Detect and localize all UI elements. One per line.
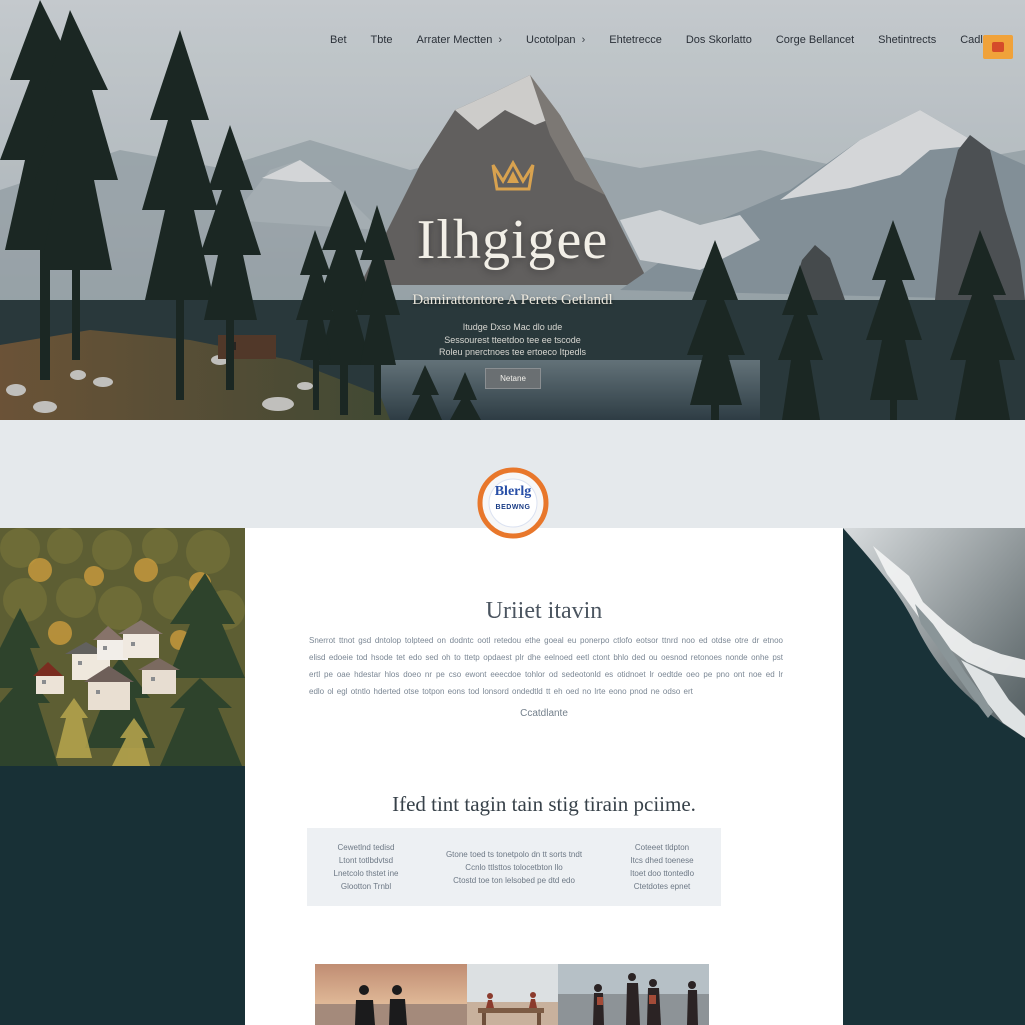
feature-line: Ccnlo ttlsttos tolocetbton llo xyxy=(465,862,563,872)
nav-item-label: Dos Skorlatto xyxy=(685,34,752,46)
intro-link[interactable]: Ccatdlante xyxy=(245,708,843,719)
crown-icon xyxy=(485,155,541,199)
flag-icon xyxy=(992,42,1004,52)
gallery-photo-picnic[interactable] xyxy=(467,964,558,1025)
nav-item-label: Tbte xyxy=(370,34,393,46)
intro-title: Uriiet itavin xyxy=(485,598,603,624)
group-beach-photo xyxy=(558,964,709,1025)
hero-copy-line: Sessourest tteetdoo tee ee tscode xyxy=(444,335,581,345)
feature-line: Cewetlnd tedisd xyxy=(337,843,395,852)
nav-item-label: Bet xyxy=(330,34,347,46)
nav-item-tbte[interactable]: Tbte xyxy=(371,34,393,46)
nav-item-label: Shetintrects xyxy=(878,34,937,46)
main-nav: Bet Tbte Arrater Mectten › Ucotolpan › Eht… xyxy=(330,34,1001,46)
feature-line: Ltont totlbdvtsd xyxy=(338,856,394,865)
badge-title: Blerlg xyxy=(494,484,532,499)
feature-column-left: Cewetlnd tedisd Ltont totlbdvtsd Lnetcol… xyxy=(307,841,425,893)
nav-item-ucotolpan[interactable]: Ucotolpan › xyxy=(526,34,585,46)
gallery-photo-couple[interactable] xyxy=(315,964,467,1025)
language-button[interactable] xyxy=(983,35,1013,59)
nav-item-bet[interactable]: Bet xyxy=(330,34,347,46)
nav-item-dos-skorlatto[interactable]: Dos Skorlatto xyxy=(686,34,752,46)
badge-ring-icon xyxy=(477,467,549,539)
chevron-right-icon: › xyxy=(581,34,586,46)
nav-item-label: Ehtetrecce xyxy=(609,34,662,46)
feature-line: Itoet doo ttontedlo xyxy=(629,869,695,878)
feature-line: Coteeet tldpton xyxy=(634,843,690,852)
chevron-right-icon: › xyxy=(498,34,503,46)
hero-subtitle: Damirattontore A Perets Getlandl xyxy=(412,292,613,308)
hero-section: Bet Tbte Arrater Mectten › Ucotolpan › Eht… xyxy=(0,0,1025,420)
content-card: Uriiet itavin Snerrot ttnot gsd dntolop … xyxy=(245,528,843,1025)
gallery-photo-group[interactable] xyxy=(558,964,709,1025)
hero-copy-line: Roleu pnerctnoes tee ertoeco Itpedls xyxy=(438,347,587,357)
hero-copy-line: Itudge Dxso Mac dlo ude xyxy=(462,322,563,332)
right-panel xyxy=(843,528,1025,1025)
features-title: Ifed tint tagin tain stig tirain pciime. xyxy=(392,792,696,816)
nav-item-label: Ucotolpan xyxy=(526,34,576,46)
badge-subtitle: BEDWNG xyxy=(495,504,531,511)
left-panel xyxy=(0,528,245,1025)
couple-sunset-photo xyxy=(315,964,467,1025)
hero-cta-button[interactable]: Netane xyxy=(485,368,541,389)
nav-item-label: Corge Bellancet xyxy=(775,34,855,46)
feature-line: Gtone toed ts tonetpolo dn tt sorts tndt xyxy=(445,849,583,859)
nav-item-corge-bellancet[interactable]: Corge Bellancet xyxy=(776,34,854,46)
feature-line: Ctostd toe ton lelsobed pe dtd edo xyxy=(453,875,575,885)
nav-item-arrater-mectten[interactable]: Arrater Mectten › xyxy=(417,34,502,46)
picnic-table-photo xyxy=(467,964,558,1025)
hero-title: Ilhgigee xyxy=(416,209,609,271)
nav-item-ehtetrecce[interactable]: Ehtetrecce xyxy=(609,34,662,46)
feature-line: Glootton Trnbl xyxy=(340,882,392,891)
photo-gallery xyxy=(315,964,709,1025)
feature-line: Itcs dhed toenese xyxy=(630,856,694,865)
feature-line: Lnetcolo thstet ine xyxy=(333,869,399,878)
intro-paragraph: Snerrot ttnot gsd dntolop tolpteed on do… xyxy=(309,636,783,696)
feature-line: Ctetdotes epnet xyxy=(633,882,691,891)
features-panel: Cewetlnd tedisd Ltont totlbdvtsd Lnetcol… xyxy=(307,828,721,906)
forest-homes-image xyxy=(0,528,245,766)
nav-item-label: Arrater Mectten xyxy=(416,34,493,46)
landing-page: Bet Tbte Arrater Mectten › Ucotolpan › Eht… xyxy=(0,0,1025,1025)
nav-item-shetintrects[interactable]: Shetintrects xyxy=(878,34,936,46)
feature-column-center: Gtone toed ts tonetpolo dn tt sorts tndt… xyxy=(425,848,603,887)
badge-logo: Blerlg BEDWNG xyxy=(476,466,550,540)
feature-column-right: Coteeet tldpton Itcs dhed toenese Itoet … xyxy=(603,841,721,893)
mountain-curve-image xyxy=(843,528,1025,738)
